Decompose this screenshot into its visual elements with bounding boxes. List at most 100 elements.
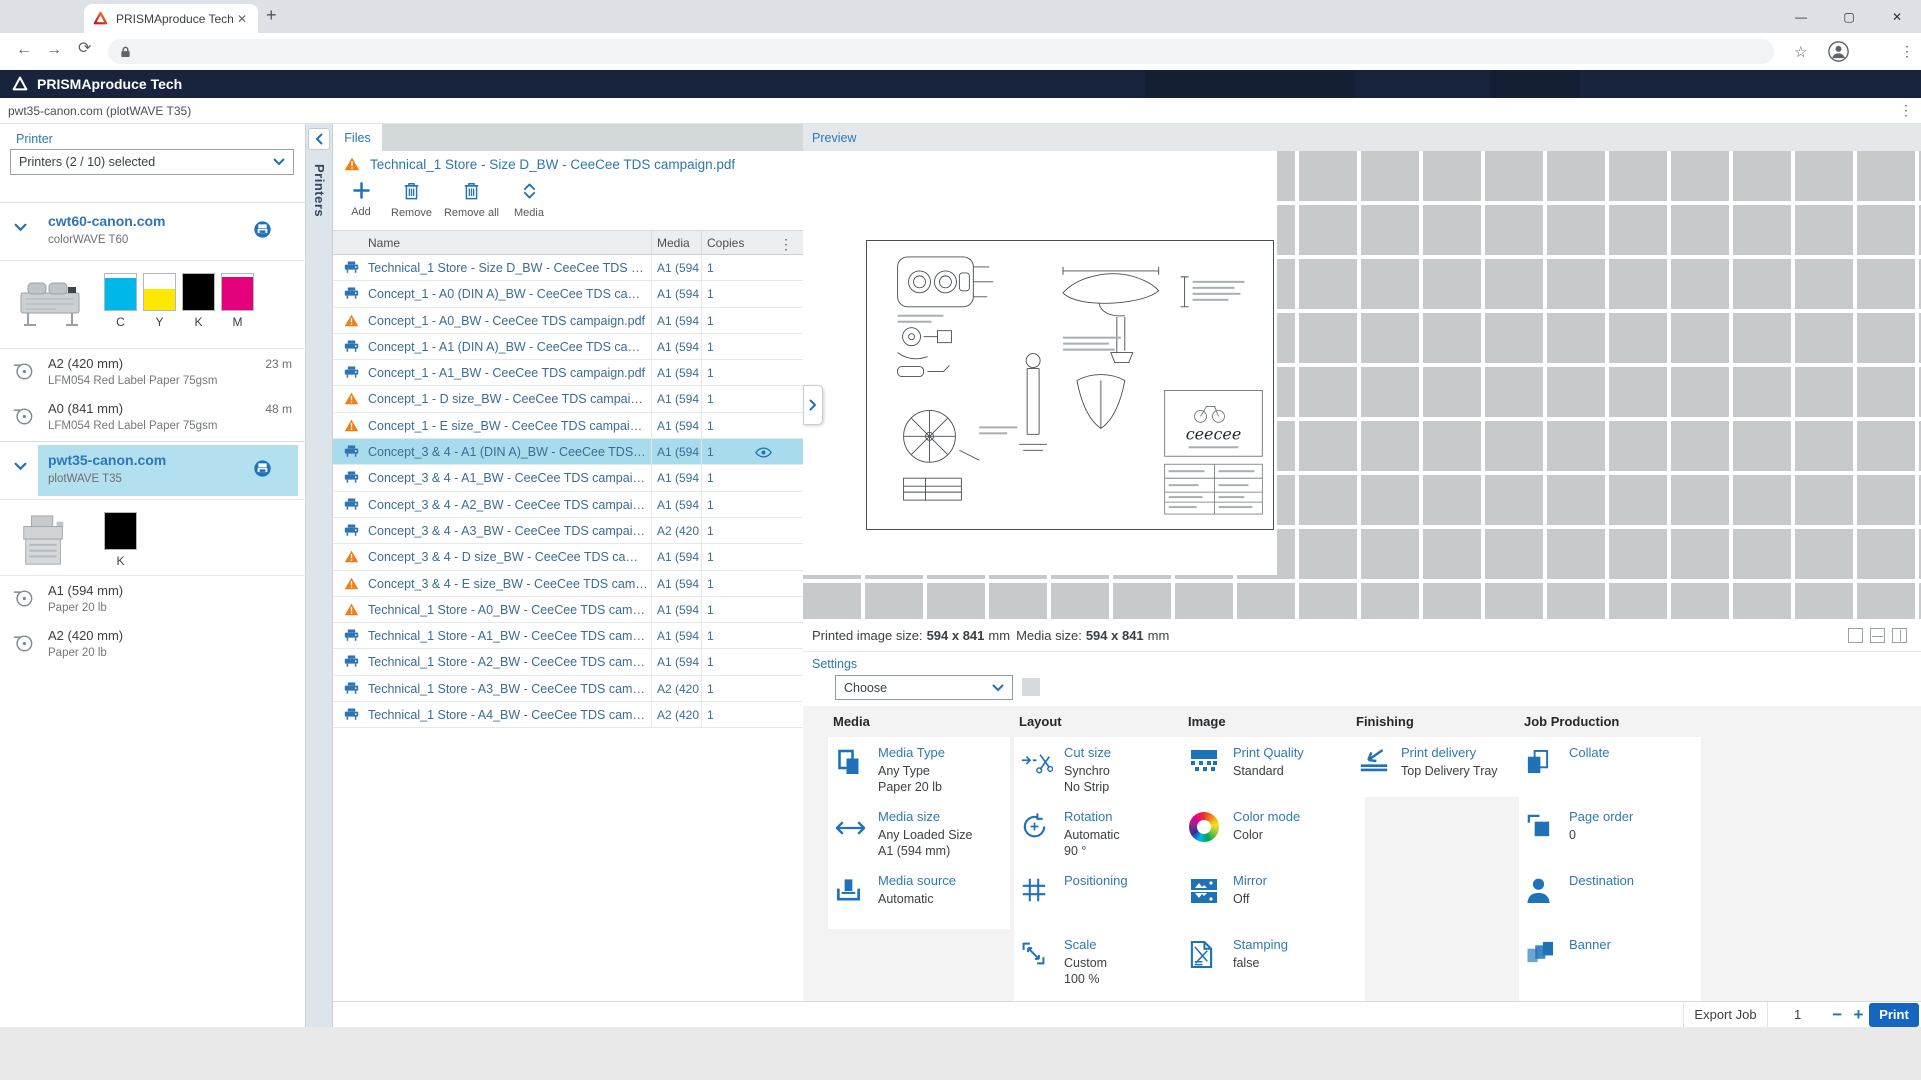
setting-destination[interactable]: Destination <box>1525 873 1695 933</box>
setting-banner[interactable]: Banner <box>1525 937 1695 997</box>
breadcrumb-row: pwt35-canon.com (plotWAVE T35) ⋮ <box>0 98 1921 124</box>
print-button[interactable]: Print <box>1869 1003 1919 1027</box>
new-tab-button[interactable]: + <box>266 5 277 26</box>
setting-print-quality[interactable]: Print QualityStandard <box>1189 745 1359 805</box>
file-row[interactable]: Concept_1 - A0 (DIN A)_BW - CeeCee TDS c… <box>333 281 803 307</box>
settings-preset-value: Choose <box>844 681 992 695</box>
setting-mirror[interactable]: MirrorOff <box>1189 873 1359 933</box>
tab-title: PRISMAproduce Tech <box>116 12 235 26</box>
setting-print-delivery[interactable]: Print deliveryTop Delivery Tray <box>1357 745 1527 805</box>
toolbar-media-button[interactable]: Media <box>505 177 553 230</box>
printer-selector-dropdown[interactable]: Printers (2 / 10) selected <box>10 149 294 175</box>
printed-image-size-unit: mm <box>988 628 1010 643</box>
setting-stamping[interactable]: Stampingfalse <box>1189 937 1359 997</box>
toolbar-remove-button[interactable]: Remove <box>385 177 438 230</box>
settings-preset-dropdown[interactable]: Choose <box>835 675 1013 700</box>
file-row[interactable]: Concept_3 & 4 - A1 (DIN A)_BW - CeeCee T… <box>333 439 803 465</box>
file-row[interactable]: Concept_1 - A0_BW - CeeCee TDS campaign.… <box>333 308 803 334</box>
file-row[interactable]: Technical_1 Store - A0_BW - CeeCee TDS c… <box>333 597 803 623</box>
file-row[interactable]: Concept_1 - E size_BW - CeeCee TDS campa… <box>333 413 803 439</box>
setting-rotation[interactable]: RotationAutomatic90 ° <box>1020 809 1190 869</box>
setting-label: Mirror <box>1233 873 1359 888</box>
reload-icon[interactable]: ⟳ <box>78 41 91 57</box>
collapse-panel-button[interactable] <box>308 128 330 150</box>
eye-icon[interactable] <box>755 447 772 458</box>
add-icon <box>352 181 371 203</box>
decrease-copies-button[interactable]: − <box>1827 1005 1848 1025</box>
stamping-icon <box>1189 937 1233 997</box>
column-header-copies[interactable]: Copies <box>701 231 746 256</box>
setting-media-size[interactable]: Media sizeAny Loaded SizeA1 (594 mm) <box>834 809 1004 869</box>
setting-color-mode[interactable]: Color modeColor <box>1189 809 1359 869</box>
cut-size-icon <box>1020 745 1064 805</box>
window-maximize-button[interactable]: ▢ <box>1825 0 1873 33</box>
file-copies: 1 <box>701 334 746 360</box>
printer-card[interactable]: cwt60-canon.comcolorWAVE T60 <box>0 202 306 260</box>
setting-positioning[interactable]: Positioning <box>1020 873 1190 933</box>
back-icon[interactable]: ← <box>16 42 32 58</box>
address-bar[interactable] <box>108 39 1774 64</box>
preset-action-button[interactable] <box>1022 678 1040 696</box>
setting-cut-size[interactable]: Cut sizeSynchroNo Strip <box>1020 745 1190 805</box>
file-row[interactable]: Technical_1 Store - A3_BW - CeeCee TDS c… <box>333 676 803 702</box>
tab-files[interactable]: Files <box>333 124 382 151</box>
file-row[interactable]: Technical_1 Store - A4_BW - CeeCee TDS c… <box>333 702 803 728</box>
file-row[interactable]: Concept_1 - D size_BW - CeeCee TDS campa… <box>333 386 803 412</box>
printers-strip-label[interactable]: Printers <box>312 164 327 217</box>
ink-levels: K <box>104 512 137 568</box>
file-row[interactable]: Concept_3 & 4 - A2_BW - CeeCee TDS campa… <box>333 492 803 518</box>
table-options-icon[interactable]: ⋮ <box>779 236 793 253</box>
view-split-vertical-icon[interactable] <box>1892 628 1907 643</box>
settings-group-title: Media <box>833 714 870 729</box>
ink-level-box <box>143 273 176 311</box>
window-minimize-button[interactable]: — <box>1777 0 1825 33</box>
browser-tab-strip: PRISMAproduce Tech ✕ + — ▢ ✕ <box>0 0 1921 33</box>
profile-avatar[interactable] <box>1828 41 1849 62</box>
column-header-media[interactable]: Media <box>651 231 701 256</box>
bookmark-star-icon[interactable]: ☆ <box>1794 43 1807 61</box>
setting-value: Top Delivery Tray <box>1401 763 1527 779</box>
forward-icon[interactable]: → <box>46 42 62 58</box>
file-media: A1 (594 <box>651 281 701 307</box>
toolbar-add-button[interactable]: Add <box>337 177 385 230</box>
setting-media-type[interactable]: Media TypeAny TypePaper 20 lb <box>834 745 1004 805</box>
file-name: Concept_3 & 4 - E size_BW - CeeCee TDS c… <box>368 577 648 591</box>
roll-media: LFM054 Red Label Paper 75gsm <box>48 375 217 387</box>
roll-list: A2 (420 mm)LFM054 Red Label Paper 75gsm2… <box>0 348 306 441</box>
setting-collate[interactable]: Collate <box>1525 745 1695 805</box>
browser-tab[interactable]: PRISMAproduce Tech ✕ <box>84 4 258 33</box>
setting-media-source[interactable]: Media sourceAutomatic <box>834 873 1004 933</box>
printer-icon <box>344 287 359 300</box>
view-single-icon[interactable] <box>1848 628 1863 643</box>
file-row[interactable]: Concept_3 & 4 - A3_BW - CeeCee TDS campa… <box>333 518 803 544</box>
view-split-horizontal-icon[interactable] <box>1870 628 1885 643</box>
browser-menu-icon[interactable]: ⋮ <box>1900 43 1914 60</box>
toolbar-remove-all-button[interactable]: Remove all <box>438 177 505 230</box>
page-menu-icon[interactable]: ⋮ <box>1899 102 1913 119</box>
file-row[interactable]: Technical_1 Store - A1_BW - CeeCee TDS c… <box>333 623 803 649</box>
file-row[interactable]: Concept_1 - A1_BW - CeeCee TDS campaign.… <box>333 360 803 386</box>
printer-panel: Printer Printers (2 / 10) selected cwt60… <box>0 124 306 1027</box>
tab-close-icon[interactable]: ✕ <box>235 12 249 26</box>
setting-scale[interactable]: ScaleCustom100 % <box>1020 937 1190 997</box>
roll-item: A2 (420 mm)LFM054 Red Label Paper 75gsm2… <box>0 351 306 396</box>
export-job-button[interactable]: Export Job <box>1683 1002 1767 1028</box>
roll-size: A1 (594 mm) <box>48 583 123 598</box>
expand-panel-button[interactable] <box>803 385 823 425</box>
file-row[interactable]: Technical_1 Store - Size D_BW - CeeCee T… <box>333 255 803 281</box>
column-header-name[interactable]: Name <box>368 236 400 250</box>
file-row[interactable]: Technical_1 Store - A2_BW - CeeCee TDS c… <box>333 649 803 675</box>
file-row[interactable]: Concept_3 & 4 - D size_BW - CeeCee TDS c… <box>333 544 803 570</box>
printer-card[interactable]: pwt35-canon.complotWAVE T35 <box>0 441 306 499</box>
file-row[interactable]: Concept_1 - A1 (DIN A)_BW - CeeCee TDS c… <box>333 334 803 360</box>
color-mode-icon <box>1189 809 1233 869</box>
chevron-down-icon[interactable] <box>14 462 27 471</box>
increase-copies-button[interactable]: + <box>1848 1005 1869 1025</box>
file-name: Technical_1 Store - A2_BW - CeeCee TDS c… <box>368 655 648 669</box>
setting-page-order[interactable]: Page order0 <box>1525 809 1695 869</box>
chevron-down-icon[interactable] <box>14 223 27 232</box>
copies-count-input[interactable]: 1 <box>1794 1007 1827 1022</box>
file-row[interactable]: Concept_3 & 4 - E size_BW - CeeCee TDS c… <box>333 571 803 597</box>
file-row[interactable]: Concept_3 & 4 - A1_BW - CeeCee TDS campa… <box>333 465 803 491</box>
window-close-button[interactable]: ✕ <box>1873 0 1921 33</box>
